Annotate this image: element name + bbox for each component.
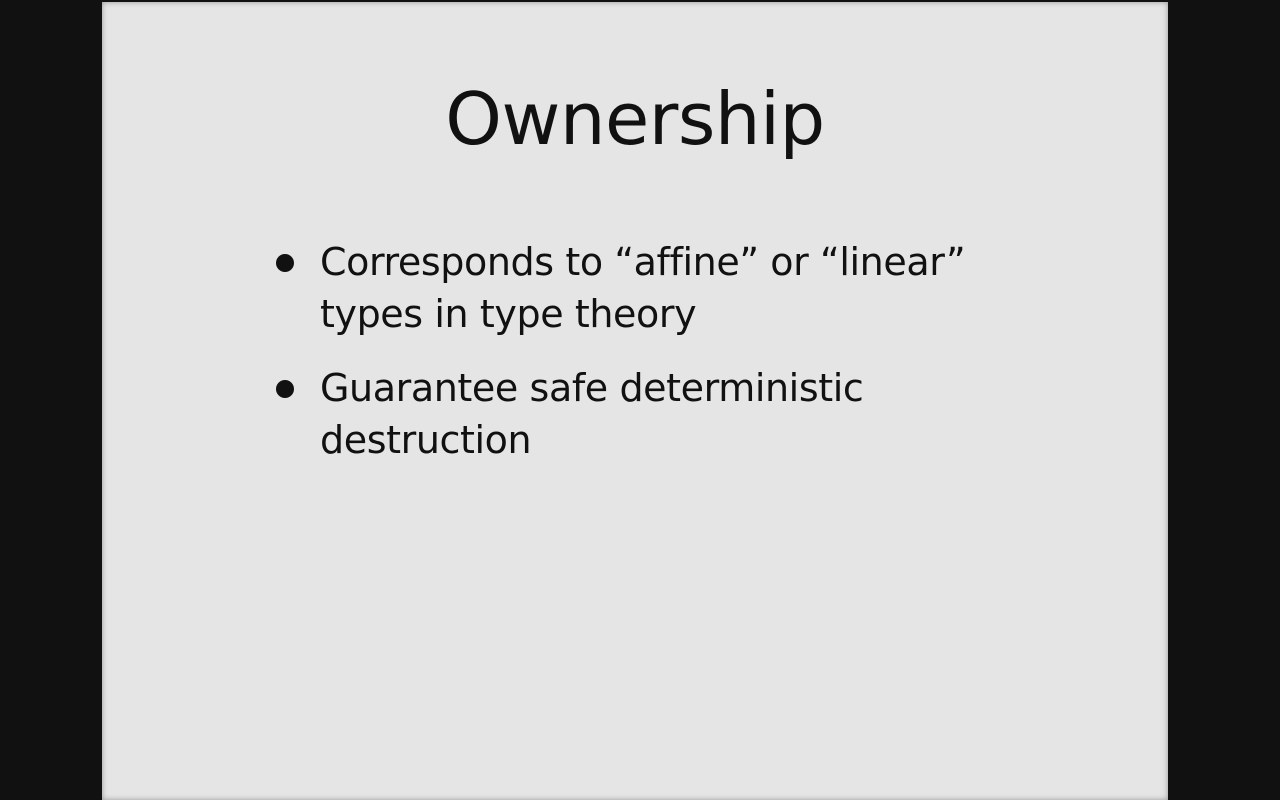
bullet-item: Corresponds to “affine” or “linear” type… [272,236,1072,340]
bullet-dot-icon [276,254,294,272]
presentation-slide: Ownership Corresponds to “affine” or “li… [102,2,1168,800]
video-viewport: Ownership Corresponds to “affine” or “li… [0,0,1280,800]
bullet-dot-icon [276,380,294,398]
bullet-text: Corresponds to “affine” or “linear” type… [320,240,966,336]
bullet-text: Guarantee safe deterministic destruction [320,366,864,462]
bullet-item: Guarantee safe deterministic destruction [272,362,1072,466]
bullet-list: Corresponds to “affine” or “linear” type… [272,236,1072,488]
slide-title: Ownership [445,77,825,161]
